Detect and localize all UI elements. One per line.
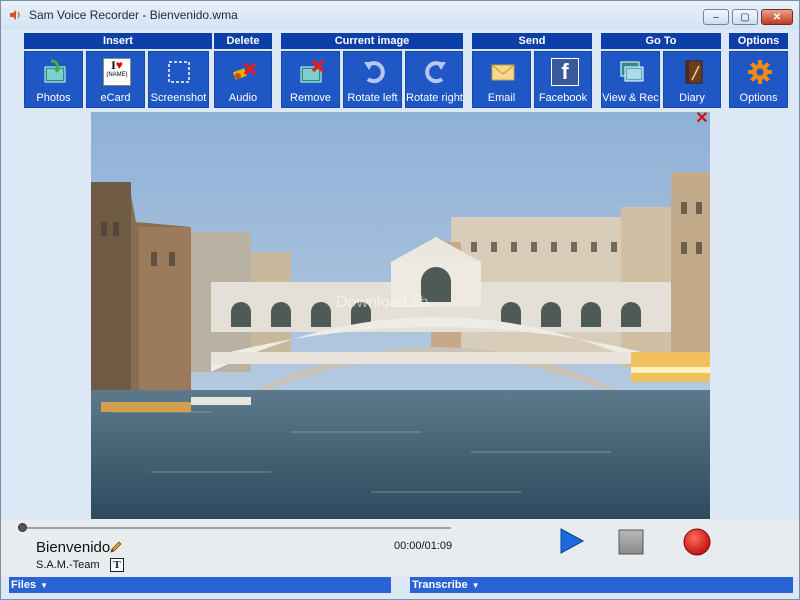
record-button[interactable] (683, 528, 711, 556)
send-group-title: Send (472, 33, 592, 49)
delete-audio-button[interactable]: Audio (214, 51, 272, 108)
goto-group: Go To View & Rec Diary (601, 33, 721, 109)
transcribe-panel-toggle[interactable]: Transcribe ▼ (410, 577, 793, 593)
title-bar: Sam Voice Recorder - Bienvenido.wma – ▢ … (1, 1, 799, 29)
email-icon (491, 64, 515, 81)
chevron-down-icon: ▼ (40, 581, 48, 590)
current-image: Download.ch (91, 112, 710, 519)
rotate-left-label: Rotate left (347, 92, 398, 104)
seek-handle[interactable] (18, 523, 27, 532)
track-title: Bienvenido (36, 539, 111, 556)
stop-button[interactable] (618, 529, 644, 555)
chevron-down-icon: ▼ (471, 581, 480, 590)
venice-bridge-photo: Download.ch (91, 112, 710, 519)
remove-image-button[interactable]: Remove (281, 51, 340, 108)
delete-audio-icon (232, 62, 257, 80)
window-title: Sam Voice Recorder - Bienvenido.wma (29, 8, 238, 22)
photos-icon (44, 59, 66, 83)
delete-group: Delete Audio (214, 33, 272, 109)
ecard-icon-caption: (NAME) (106, 72, 128, 78)
files-panel-toggle[interactable]: Files ▼ (9, 577, 391, 593)
rotate-right-label: Rotate right (406, 92, 463, 104)
photos-button[interactable]: Photos (24, 51, 83, 108)
app-window: Sam Voice Recorder - Bienvenido.wma – ▢ … (0, 0, 800, 600)
options-group-title: Options (729, 33, 788, 49)
track-author: S.A.M.-Team (36, 559, 100, 571)
rotate-right-button[interactable]: Rotate right (405, 51, 463, 108)
email-label: Email (487, 92, 516, 104)
toolbar: Insert Photos I♥ (NAME) eCard Screenshot… (9, 31, 793, 111)
current-image-group: Current image Remove Rotate left Rotate … (281, 33, 463, 109)
diary-icon (685, 60, 703, 84)
view-rec-icon (620, 61, 644, 82)
diary-label: Diary (679, 92, 705, 104)
ecard-label: eCard (100, 92, 131, 104)
send-group: Send Email f Facebook (472, 33, 592, 109)
close-button[interactable]: ✕ (761, 9, 793, 25)
options-group: Options Options (729, 33, 788, 109)
transcribe-label: Transcribe (412, 579, 468, 591)
view-rec-button[interactable]: View & Rec (601, 51, 660, 108)
close-image-button[interactable]: ✕ (694, 111, 710, 127)
photos-label: Photos (36, 92, 71, 104)
audio-label: Audio (228, 92, 258, 104)
gear-icon (748, 60, 772, 84)
play-button[interactable] (557, 527, 585, 555)
rotate-right-icon (425, 61, 446, 84)
current-image-group-title: Current image (281, 33, 463, 49)
minimize-button[interactable]: – (703, 9, 729, 25)
ecard-button[interactable]: I♥ (NAME) eCard (86, 51, 145, 108)
facebook-label: Facebook (538, 92, 588, 104)
pencil-icon[interactable] (109, 540, 123, 554)
watermark-text: Download.ch (336, 294, 429, 311)
facebook-button[interactable]: f Facebook (534, 51, 592, 108)
rotate-left-button[interactable]: Rotate left (343, 51, 402, 108)
remove-label: Remove (290, 92, 331, 104)
options-label: Options (739, 92, 778, 104)
speaker-icon (10, 10, 20, 20)
screenshot-button[interactable]: Screenshot (148, 51, 209, 108)
delete-group-title: Delete (214, 33, 272, 49)
options-button[interactable]: Options (729, 51, 788, 108)
maximize-button[interactable]: ▢ (732, 9, 758, 25)
goto-group-title: Go To (601, 33, 721, 49)
ecard-icon: I♥ (NAME) (103, 58, 131, 86)
diary-button[interactable]: Diary (663, 51, 721, 108)
rotate-left-icon (364, 61, 385, 84)
insert-group-title: Insert (24, 33, 212, 49)
screenshot-icon (168, 61, 190, 83)
insert-group: Insert Photos I♥ (NAME) eCard Screenshot (24, 33, 212, 109)
text-icon[interactable]: T (110, 558, 124, 572)
remove-image-icon (300, 59, 325, 83)
files-label: Files (11, 579, 37, 591)
time-display: 00:00/01:09 (394, 540, 453, 552)
facebook-icon: f (551, 58, 579, 86)
seek-bar[interactable] (23, 527, 451, 529)
email-button[interactable]: Email (472, 51, 531, 108)
screenshot-label: Screenshot (150, 92, 207, 104)
view-rec-label: View & Rec (602, 92, 659, 104)
